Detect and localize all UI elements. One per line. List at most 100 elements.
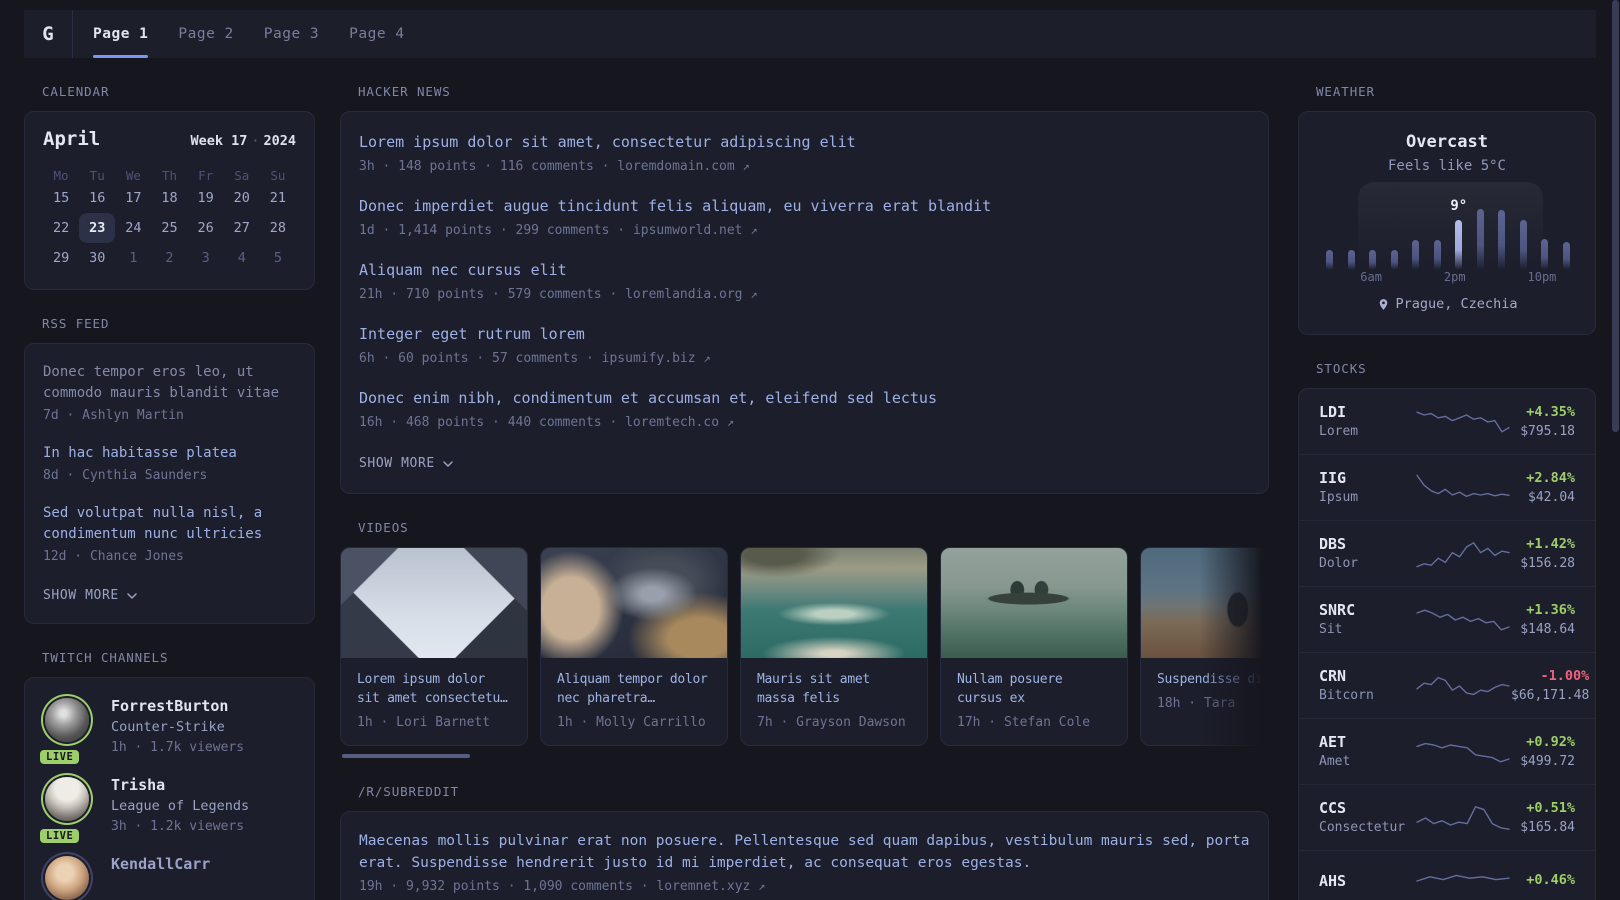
stock-row[interactable]: CCS Consectetur +0.51% $165.84 [1299,785,1595,851]
rss-card: Donec tempor eros leo, ut commodo mauris… [24,343,315,624]
page-tab[interactable]: Page 4 [349,10,404,58]
rss-item-title[interactable]: Sed volutpat nulla nisl, a condimentum n… [43,503,296,545]
rss-item-title[interactable]: Donec tempor eros leo, ut commodo mauris… [43,362,296,404]
video-card[interactable]: Suspendisse diam 18h · Tara [1140,547,1269,746]
calendar-day[interactable]: 5 [260,243,296,273]
page-scrollbar-thumb[interactable] [1612,0,1619,432]
news-item-domain-link[interactable]: loremlandia.org ↗ [625,287,757,302]
app-logo[interactable]: G [24,10,73,58]
video-card[interactable]: Mauris sit amet massa felis 7h · Grayson… [740,547,928,746]
news-item-meta-text: 21h · 710 points · 579 comments · [359,287,618,302]
news-item-title[interactable]: Integer eget rutrum lorem [359,324,1250,344]
videos-scrollbar-thumb[interactable] [342,754,470,758]
calendar-day[interactable]: 19 [188,183,224,213]
twitch-channel[interactable]: KendallCarr [43,854,296,900]
channel-avatar-image [45,856,89,900]
stock-name: Dolor [1319,556,1359,571]
twitch-channel[interactable]: LIVE Trisha League of Legends 3h · 1.2k … [38,775,296,845]
calendar-day[interactable]: 25 [151,213,187,243]
calendar-day[interactable]: 30 [79,243,115,273]
calendar-day[interactable]: 24 [115,213,151,243]
news-item: Aliquam nec cursus elit 21h · 710 points… [359,260,1250,304]
calendar-day[interactable]: 4 [224,243,260,273]
video-card[interactable]: Aliquam tempor dolor nec pharetra… 1h · … [540,547,728,746]
video-card[interactable]: Lorem ipsum dolor sit amet consectetu… 1… [340,547,528,746]
page-tab[interactable]: Page 1 [93,10,149,58]
video-thumbnail [541,548,727,658]
twitch-section: TWITCH CHANNELS LIVE ForrestBurton Count… [24,650,315,900]
subreddit-section-header: /R/SUBREDDIT [358,784,460,799]
stock-values: +4.35% $795.18 [1511,403,1575,441]
calendar-day[interactable]: 29 [43,243,79,273]
calendar-day[interactable]: 3 [188,243,224,273]
rss-item: Sed volutpat nulla nisl, a condimentum n… [43,503,296,566]
page-tab[interactable]: Page 2 [178,10,233,58]
video-card[interactable]: Nullam posuere cursus ex 17h · Stefan Co… [940,547,1128,746]
stock-sparkline [1415,603,1511,637]
calendar-day[interactable]: 2 [151,243,187,273]
stock-name: Ipsum [1319,490,1359,505]
rss-show-more-button[interactable]: SHOW MORE [43,588,138,603]
news-item-domain-link[interactable]: loremdomain.com ↗ [617,159,749,174]
avatar: LIVE [38,696,93,766]
stock-row[interactable]: DBS Dolor +1.42% $156.28 [1299,521,1595,587]
calendar-day[interactable]: 22 [43,213,79,243]
calendar-day[interactable]: 15 [43,183,79,213]
page-tab[interactable]: Page 3 [264,10,319,58]
calendar-day[interactable]: 23 [79,213,116,243]
weather-feels-like: Feels like 5°C [1387,158,1506,174]
stock-row[interactable]: IIG Ipsum +2.84% $42.04 [1299,455,1595,521]
stock-name: Lorem [1319,424,1359,439]
calendar-day[interactable]: 1 [115,243,151,273]
calendar-day[interactable]: 21 [260,183,296,213]
rss-item-title[interactable]: In hac habitasse platea [43,443,296,464]
news-item-title[interactable]: Aliquam nec cursus elit [359,260,1250,280]
stock-symbol: SNRC [1319,601,1356,619]
news-item-domain-link[interactable]: ipsumworld.net ↗ [633,223,758,238]
calendar-day[interactable]: 16 [79,183,115,213]
news-item-title[interactable]: Donec enim nibh, condimentum et accumsan… [359,388,1250,408]
stock-change: +1.42% [1526,535,1575,552]
stock-row[interactable]: AHS +0.46% [1299,851,1595,900]
channel-name: Trisha [111,776,166,794]
calendar-day[interactable]: 17 [115,183,151,213]
stock-row[interactable]: SNRC Sit +1.36% $148.64 [1299,587,1595,653]
news-item-domain-link[interactable]: ipsumify.biz ↗ [602,351,711,366]
video-card-body: Suspendisse diam 18h · Tara [1141,658,1269,726]
news-item-domain-link[interactable]: loremtech.co ↗ [625,415,734,430]
stock-row[interactable]: AET Amet +0.92% $499.72 [1299,719,1595,785]
news-item-meta: 16h · 468 points · 440 comments · loremt… [359,413,1250,432]
external-link-icon: ↗ [742,159,750,173]
dashboard-content: CALENDAR April Week 17 · 2024 Mo Tu We Th Fr Sa… [0,58,1620,900]
stock-row[interactable]: CRN Bitcorn -1.00% $66,171.48 [1299,653,1595,719]
calendar-section: CALENDAR April Week 17 · 2024 Mo Tu We Th Fr Sa… [24,84,315,290]
news-item-title[interactable]: Lorem ipsum dolor sit amet, consectetur … [359,132,1250,152]
topbar: G Page 1 Page 2 Page 3 Page 4 [24,10,1596,58]
calendar-day[interactable]: 27 [224,213,260,243]
news-item-domain: loremlandia.org [625,287,743,302]
news-item-domain: loremtech.co [625,415,720,430]
stock-sparkline [1415,864,1511,898]
subreddit-post-title[interactable]: Maecenas mollis pulvinar erat non posuer… [359,830,1250,874]
weather-bar-slot [1491,186,1513,270]
stock-sparkline [1415,405,1511,439]
subreddit-post-domain-link[interactable]: loremnet.xyz ↗ [656,879,765,894]
videos-row: Lorem ipsum dolor sit amet consectetu… 1… [340,547,1269,746]
weather-bar [1562,242,1570,270]
weekday-label: Tu [89,168,105,183]
stocks-card: LDI Lorem +4.35% $795.18 IIG Ipsum +2.84… [1298,388,1596,900]
news-item-title[interactable]: Donec imperdiet augue tincidunt felis al… [359,196,1250,216]
external-link-icon: ↗ [703,351,711,365]
twitch-card: LIVE ForrestBurton Counter-Strike 1h · 1… [24,677,315,900]
twitch-channel[interactable]: LIVE ForrestBurton Counter-Strike 1h · 1… [38,696,296,766]
stock-row[interactable]: LDI Lorem +4.35% $795.18 [1299,389,1595,455]
weekday-label: Sa [234,168,250,183]
news-item-meta-text: 16h · 468 points · 440 comments · [359,415,618,430]
video-title: Suspendisse diam [1157,672,1269,687]
calendar-day[interactable]: 28 [260,213,296,243]
calendar-day[interactable]: 18 [151,183,187,213]
calendar-day[interactable]: 20 [224,183,260,213]
hackernews-show-more-button[interactable]: SHOW MORE [359,456,454,471]
calendar-day[interactable]: 26 [188,213,224,243]
video-meta: 18h · Tara [1157,696,1236,711]
